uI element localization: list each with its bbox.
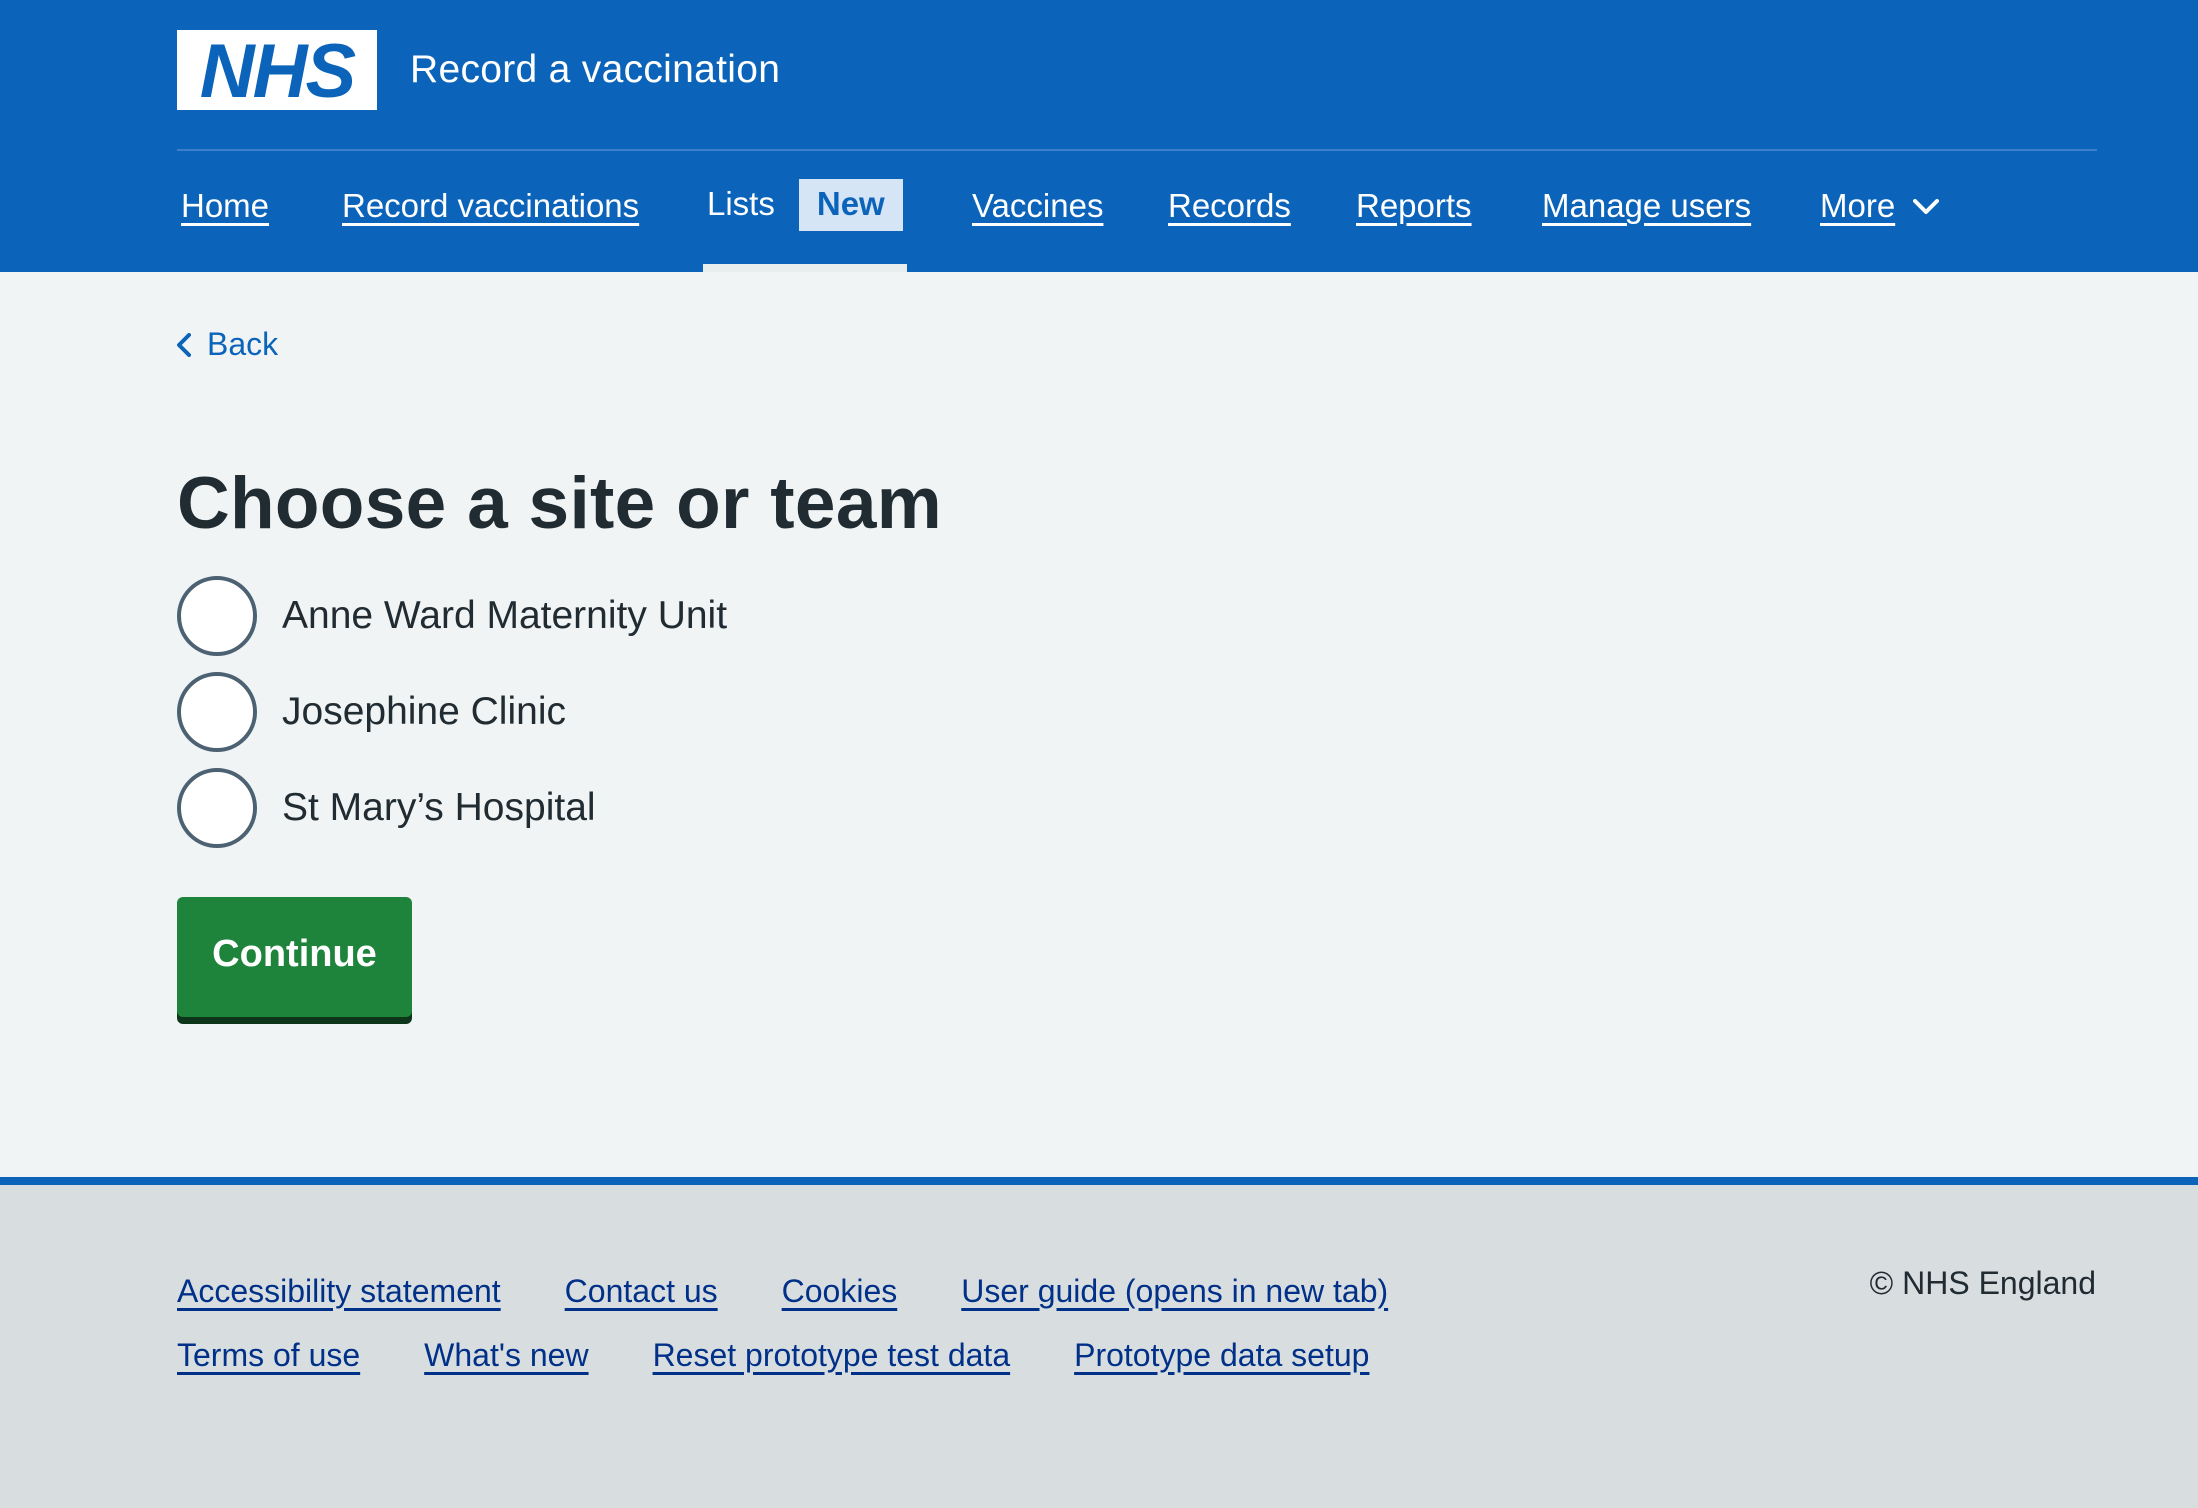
radio-option-josephine-clinic[interactable]: Josephine Clinic bbox=[177, 672, 727, 752]
footer-link-cookies[interactable]: Cookies bbox=[782, 1273, 898, 1310]
primary-navigation: Home Record vaccinations Lists New Vacci… bbox=[177, 151, 2097, 272]
nav-item-record-vaccinations[interactable]: Record vaccinations bbox=[342, 187, 639, 225]
radio-label[interactable]: St Mary’s Hospital bbox=[282, 786, 596, 830]
nav-item-lists-label: Lists bbox=[707, 185, 775, 222]
svg-text:NHS: NHS bbox=[200, 35, 356, 105]
nav-item-more[interactable]: More bbox=[1820, 187, 1940, 225]
nav-item-reports[interactable]: Reports bbox=[1356, 187, 1472, 225]
footer-link-reset-test-data[interactable]: Reset prototype test data bbox=[653, 1337, 1011, 1374]
nav-item-vaccines[interactable]: Vaccines bbox=[972, 187, 1103, 225]
nav-item-lists[interactable]: Lists New bbox=[703, 151, 907, 272]
site-footer: Accessibility statement Contact us Cooki… bbox=[0, 1177, 2198, 1508]
page-title: Choose a site or team bbox=[177, 463, 942, 544]
new-tag: New bbox=[798, 179, 903, 231]
radio-button[interactable] bbox=[177, 576, 257, 656]
footer-link-accessibility[interactable]: Accessibility statement bbox=[177, 1273, 501, 1310]
site-radio-group: Anne Ward Maternity Unit Josephine Clini… bbox=[177, 576, 727, 864]
footer-link-data-setup[interactable]: Prototype data setup bbox=[1074, 1337, 1369, 1374]
radio-button[interactable] bbox=[177, 672, 257, 752]
nav-item-home[interactable]: Home bbox=[181, 187, 269, 225]
footer-link-whats-new[interactable]: What's new bbox=[424, 1337, 588, 1374]
radio-option-st-marys-hospital[interactable]: St Mary’s Hospital bbox=[177, 768, 727, 848]
nhs-logo-mark: NHS bbox=[200, 35, 358, 105]
chevron-down-icon bbox=[1913, 199, 1940, 214]
back-link-label: Back bbox=[207, 326, 279, 362]
nav-item-more-label: More bbox=[1820, 187, 1896, 224]
radio-label[interactable]: Anne Ward Maternity Unit bbox=[282, 594, 727, 638]
back-link[interactable]: Back bbox=[177, 326, 278, 363]
nav-item-manage-users[interactable]: Manage users bbox=[1542, 187, 1751, 225]
footer-link-user-guide[interactable]: User guide (opens in new tab) bbox=[961, 1273, 1388, 1310]
footer-row: Accessibility statement Contact us Cooki… bbox=[177, 1259, 1452, 1323]
service-name[interactable]: Record a vaccination bbox=[410, 48, 780, 92]
footer-links: Accessibility statement Contact us Cooki… bbox=[177, 1259, 1452, 1387]
radio-label[interactable]: Josephine Clinic bbox=[282, 690, 566, 734]
copyright-text: © NHS England bbox=[1869, 1265, 2096, 1301]
header-brand: NHS Record a vaccination bbox=[177, 30, 780, 110]
footer-link-terms[interactable]: Terms of use bbox=[177, 1337, 360, 1374]
radio-option-anne-ward[interactable]: Anne Ward Maternity Unit bbox=[177, 576, 727, 656]
chevron-left-icon bbox=[177, 332, 191, 357]
footer-row: Terms of use What's new Reset prototype … bbox=[177, 1323, 1452, 1387]
footer-link-contact[interactable]: Contact us bbox=[565, 1273, 718, 1310]
nav-item-records[interactable]: Records bbox=[1168, 187, 1291, 225]
continue-button[interactable]: Continue bbox=[177, 897, 412, 1017]
radio-button[interactable] bbox=[177, 768, 257, 848]
nhs-logo[interactable]: NHS bbox=[177, 30, 377, 110]
site-header: NHS Record a vaccination Home Record vac… bbox=[0, 0, 2198, 272]
